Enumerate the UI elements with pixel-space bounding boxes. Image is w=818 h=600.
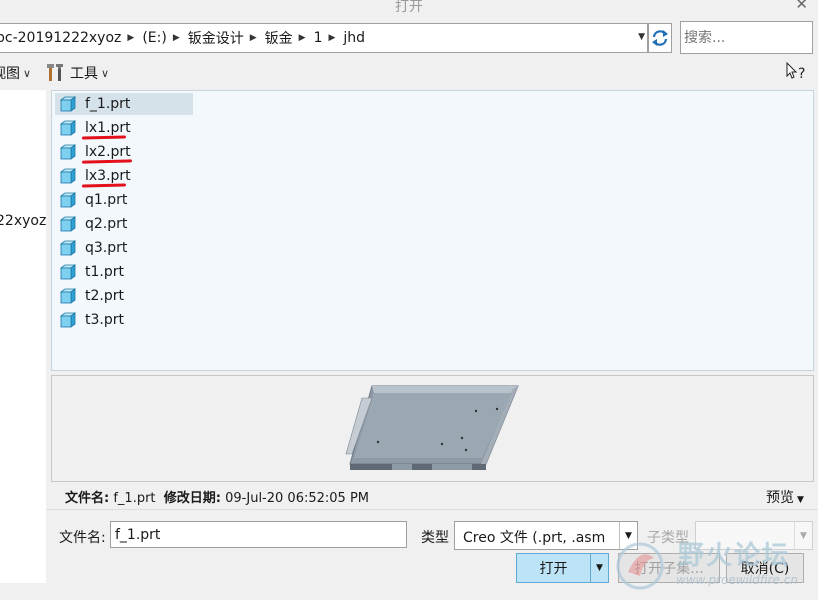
- file-info: 文件名: f_1.prt 修改日期: 09-Jul-20 06:52:05 PM: [65, 487, 369, 506]
- file-name: lx3.prt: [85, 168, 131, 184]
- preview-pane: [51, 375, 814, 482]
- file-name: t3.prt: [85, 312, 124, 328]
- part-file-icon: [59, 120, 77, 136]
- chevron-right-icon[interactable]: ▶: [173, 33, 180, 43]
- navigation-pane[interactable]: 22xyoz: [0, 90, 46, 583]
- filename-label: 文件名:: [59, 530, 106, 546]
- chevron-right-icon[interactable]: ▶: [329, 33, 336, 43]
- file-name: t1.prt: [85, 264, 124, 280]
- file-item[interactable]: t1.prt: [55, 261, 193, 283]
- chevron-right-icon[interactable]: ▶: [127, 33, 134, 43]
- info-filename-value: f_1.prt: [113, 491, 156, 506]
- breadcrumb-drive[interactable]: (E:) ▶: [138, 30, 183, 46]
- breadcrumb-folder-design[interactable]: 钣金设计 ▶: [184, 28, 261, 48]
- triangle-down-icon: ▼: [797, 495, 804, 505]
- chevron-down-icon[interactable]: ▼: [619, 522, 637, 549]
- view-menu-label: 视图: [0, 66, 20, 82]
- chevron-down-icon: ∨: [101, 66, 110, 80]
- file-name: q3.prt: [85, 240, 128, 256]
- refresh-icon: [652, 30, 668, 46]
- tools-menu[interactable]: 工具 ∨: [46, 63, 109, 83]
- breadcrumb-label: 钣金设计: [187, 31, 244, 47]
- breadcrumb-label: 1: [313, 30, 323, 46]
- breadcrumb-folder-jhd[interactable]: jhd: [339, 30, 369, 46]
- file-list[interactable]: f_1.prt lx1.prt lx2.prt lx3.prt q1.prt q2.prt…: [51, 90, 814, 371]
- file-name: q2.prt: [85, 216, 128, 232]
- info-modified-label: 修改日期:: [163, 491, 221, 506]
- preview-toggle[interactable]: 预览 ▼: [766, 487, 804, 507]
- info-modified-value: 09-Jul-20 06:52:05 PM: [225, 491, 369, 506]
- address-bar[interactable]: bc-20191222xyoz ▶ (E:) ▶ 钣金设计 ▶ 钣金 ▶ 1 ▶ jhd …: [0, 23, 648, 53]
- breadcrumb-folder-1[interactable]: 1 ▶: [310, 30, 340, 46]
- file-type-select[interactable]: Creo 文件 (.prt, .asm ▼: [454, 521, 638, 550]
- breadcrumb-folder-sheetmetal[interactable]: 钣金 ▶: [261, 28, 310, 48]
- file-name: lx1.prt: [85, 120, 131, 136]
- part-file-icon: [59, 288, 77, 304]
- chevron-right-icon[interactable]: ▶: [250, 33, 257, 43]
- filename-input[interactable]: [110, 521, 407, 548]
- subtype-label: 子类型: [647, 530, 689, 546]
- triangle-down-icon: ▼: [596, 563, 603, 573]
- file-item[interactable]: q3.prt: [55, 237, 193, 259]
- open-button[interactable]: 打开: [516, 553, 591, 583]
- part-file-icon: [59, 264, 77, 280]
- address-dropdown-icon[interactable]: ▼: [638, 32, 645, 42]
- file-name: q1.prt: [85, 192, 128, 208]
- chevron-right-icon[interactable]: ▶: [299, 33, 306, 43]
- part-file-icon: [59, 96, 77, 112]
- window-title: 打开: [395, 0, 423, 15]
- file-name: f_1.prt: [85, 96, 131, 112]
- part-file-icon: [59, 144, 77, 160]
- red-underline-annotation: [81, 159, 133, 164]
- search-input[interactable]: [680, 21, 813, 54]
- info-filename-label: 文件名:: [65, 491, 110, 506]
- breadcrumb-label: bc-20191222xyoz: [0, 30, 122, 46]
- open-subset-button[interactable]: 打开子集...: [618, 553, 720, 583]
- file-item[interactable]: f_1.prt: [55, 93, 193, 115]
- file-name: t2.prt: [85, 288, 124, 304]
- part-file-icon: [59, 168, 77, 184]
- toolbar: 视图∨ 工具∨ ?: [0, 60, 818, 86]
- file-item[interactable]: q2.prt: [55, 213, 193, 235]
- breadcrumb-label: 钣金: [264, 31, 293, 47]
- subtype-select[interactable]: ▼: [695, 521, 813, 550]
- part-file-icon: [59, 216, 77, 232]
- file-type-value: Creo 文件 (.prt, .asm: [463, 530, 606, 546]
- part-file-icon: [59, 240, 77, 256]
- refresh-button[interactable]: [648, 23, 672, 53]
- file-name: lx2.prt: [85, 144, 131, 160]
- file-item[interactable]: t2.prt: [55, 285, 193, 307]
- type-label: 类型: [421, 530, 449, 546]
- part-preview-image: [345, 385, 519, 470]
- chevron-down-icon[interactable]: ▼: [794, 522, 812, 549]
- context-help-icon[interactable]: ?: [786, 62, 810, 82]
- part-file-icon: [59, 192, 77, 208]
- breadcrumb-computer[interactable]: bc-20191222xyoz ▶: [0, 30, 138, 46]
- view-menu[interactable]: 视图∨: [0, 63, 31, 83]
- tools-menu-label: 工具: [70, 66, 98, 82]
- breadcrumb-label: jhd: [343, 30, 366, 46]
- preview-toggle-label: 预览: [766, 490, 794, 506]
- cancel-button[interactable]: 取消(C): [726, 553, 804, 583]
- part-file-icon: [59, 312, 77, 328]
- title-bar: 打开 ✕: [0, 0, 818, 16]
- chevron-down-icon: ∨: [23, 66, 32, 80]
- tools-icon: [47, 64, 63, 81]
- breadcrumb-label: (E:): [142, 30, 167, 46]
- svg-text:?: ?: [798, 66, 805, 82]
- file-item[interactable]: q1.prt: [55, 189, 193, 211]
- open-dropdown-button[interactable]: ▼: [591, 553, 609, 583]
- close-icon[interactable]: ✕: [795, 0, 808, 13]
- tree-node-computer[interactable]: 22xyoz: [0, 213, 46, 229]
- file-item[interactable]: t3.prt: [55, 309, 193, 331]
